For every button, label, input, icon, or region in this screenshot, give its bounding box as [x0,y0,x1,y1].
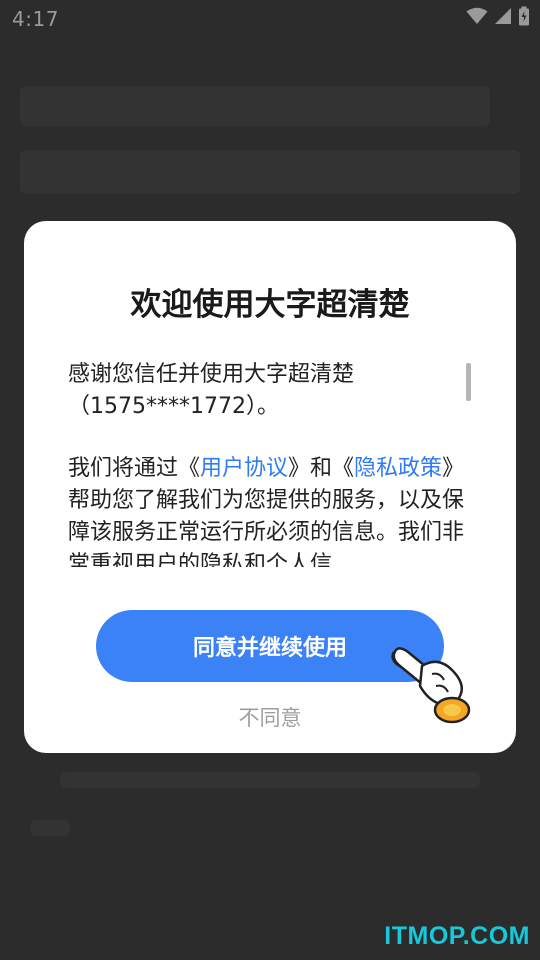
wifi-icon [466,7,488,29]
scrollbar-thumb[interactable] [466,363,471,401]
disagree-button[interactable]: 不同意 [170,701,370,735]
background-content-block [30,820,70,836]
privacy-policy-link[interactable]: 隐私政策 [354,456,442,481]
paragraph-text: 我们将通过《 [68,456,201,481]
background-content-block [20,150,520,194]
site-watermark: ITMOP.COM [384,922,530,950]
background-content-block [60,772,480,788]
status-time: 4:17 [12,7,59,31]
pointing-hand-icon [386,630,478,730]
dialog-title: 欢迎使用大字超清楚 [130,287,410,323]
agreement-paragraph: 我们将通过《用户协议》和《隐私政策》帮助您了解我们为您提供的服务，以及保障该服务… [68,453,464,567]
intro-paragraph: 感谢您信任并使用大字超清楚（1575****1772）。 [68,362,355,419]
user-agreement-link[interactable]: 用户协议 [200,456,288,481]
battery-icon [518,6,530,30]
paragraph-text: 》和《 [288,456,355,481]
status-bar: 4:17 [0,0,540,36]
background-content-block [20,86,490,126]
signal-icon [494,7,512,29]
status-icons [466,6,530,30]
agreement-content[interactable]: 感谢您信任并使用大字超清楚（1575****1772）。 我们将通过《用户协议》… [68,359,464,567]
